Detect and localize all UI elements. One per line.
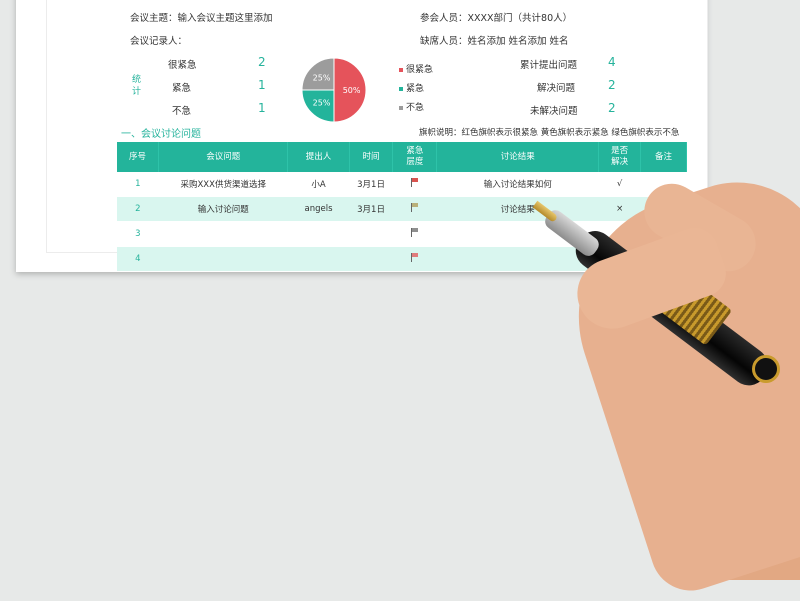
table-row: 2 输入讨论问题 angels 3月1日 讨论结果 × [117,196,687,222]
column-header: 提出人 [287,142,350,172]
cell-time[interactable]: 3月1日 [349,172,393,197]
urgency-pie-chart: 50% 25% 25% [301,57,367,123]
absent-line: 缺席人员：姓名添加 姓名添加 姓名 [420,33,569,47]
cell-seq: 2 [117,196,159,222]
flag-icon [410,203,419,212]
flag-icon [410,228,419,237]
cell-by[interactable]: 小A [287,172,350,197]
absent-label: 缺席人员： [420,36,468,47]
cell-urgency [392,196,437,222]
cell-urgency [392,221,437,247]
attendees-value: XXXX部门（共计80人） [467,13,573,24]
flag-icon [410,253,419,262]
cell-seq: 3 [117,221,159,247]
cell-urgency [392,172,437,197]
pie-slice-label: 25% [313,74,331,83]
pie-slice-label: 50% [343,86,361,95]
legend-swatch [399,86,403,91]
legend-label: 很紧急 [406,65,434,75]
column-header: 时间 [349,142,394,172]
summary-value: 2 [608,78,616,92]
stat-label: 很紧急 [168,60,197,71]
legend-label: 紧急 [406,84,425,94]
stat-label: 紧急 [172,83,192,94]
pie-legend-item: 不急 [399,100,424,113]
column-header: 备注 [640,142,688,172]
pie-legend-item: 紧急 [399,81,424,94]
stat-value: 1 [258,78,266,92]
topic-label: 会议主题： [130,13,178,24]
pie-legend-item: 很紧急 [399,62,433,75]
column-header: 紧急 层度 [392,142,438,172]
absent-value: 姓名添加 姓名添加 姓名 [467,36,569,47]
cell-issue[interactable]: 采购XXX供货渠道选择 [158,172,288,197]
cell-result[interactable]: 输入讨论结果如何 [436,172,599,197]
column-header: 会议问题 [158,142,289,172]
column-header: 序号 [117,142,160,172]
legend-label: 不急 [406,103,425,113]
legend-swatch [399,67,403,72]
cell-urgency [392,246,437,272]
summary-label: 未解决问题 [530,106,578,117]
topic-value: 输入会议主题这里添加 [177,13,273,24]
summary-value: 2 [608,101,616,115]
cell-time[interactable] [349,246,393,272]
fountain-pen-end [752,355,780,383]
cell-result[interactable]: 讨论结果 [436,196,599,222]
stat-label: 不急 [172,106,192,117]
flag-legend-note: 旗帜说明：红色旗帜表示很紧急 黄色旗帜表示紧急 绿色旗帜表示不急 [419,128,680,138]
column-header: 是否 解决 [598,142,641,172]
attendees-label: 参会人员： [420,13,468,24]
cell-time[interactable]: 3月1日 [349,196,393,222]
cell-by[interactable] [287,221,350,247]
pie-slice-label: 25% [313,98,331,107]
flag-icon [410,178,419,187]
cell-issue[interactable] [158,221,288,247]
stat-value: 1 [258,101,266,115]
attendees-line: 参会人员：XXXX部门（共计80人） [420,10,572,24]
cell-time[interactable] [349,221,393,247]
stat-value: 2 [258,55,266,69]
summary-value: 4 [608,55,616,69]
stats-side-label: 统 计 [132,75,142,97]
cell-seq: 1 [117,172,159,197]
cell-seq: 4 [117,246,159,272]
recorder-label: 会议记录人： [130,36,188,47]
topic-line: 会议主题：输入会议主题这里添加 [130,10,273,24]
column-header: 讨论结果 [436,142,600,172]
cell-issue[interactable]: 输入讨论问题 [158,196,288,222]
table-row: 1 采购XXX供货渠道选择 小A 3月1日 输入讨论结果如何 √ [117,172,687,197]
table-header-row: 序号 会议问题 提出人 时间 紧急 层度 讨论结果 是否 解决 备注 [117,142,688,172]
section-title: 一、会议讨论问题 [121,129,201,140]
cell-by[interactable]: angels [287,196,350,222]
legend-swatch [399,105,403,110]
summary-label: 解决问题 [537,83,576,94]
cell-issue[interactable] [158,246,288,272]
cell-solved: √ [598,172,641,197]
summary-label: 累计提出问题 [520,60,578,71]
cell-by[interactable] [287,246,350,272]
